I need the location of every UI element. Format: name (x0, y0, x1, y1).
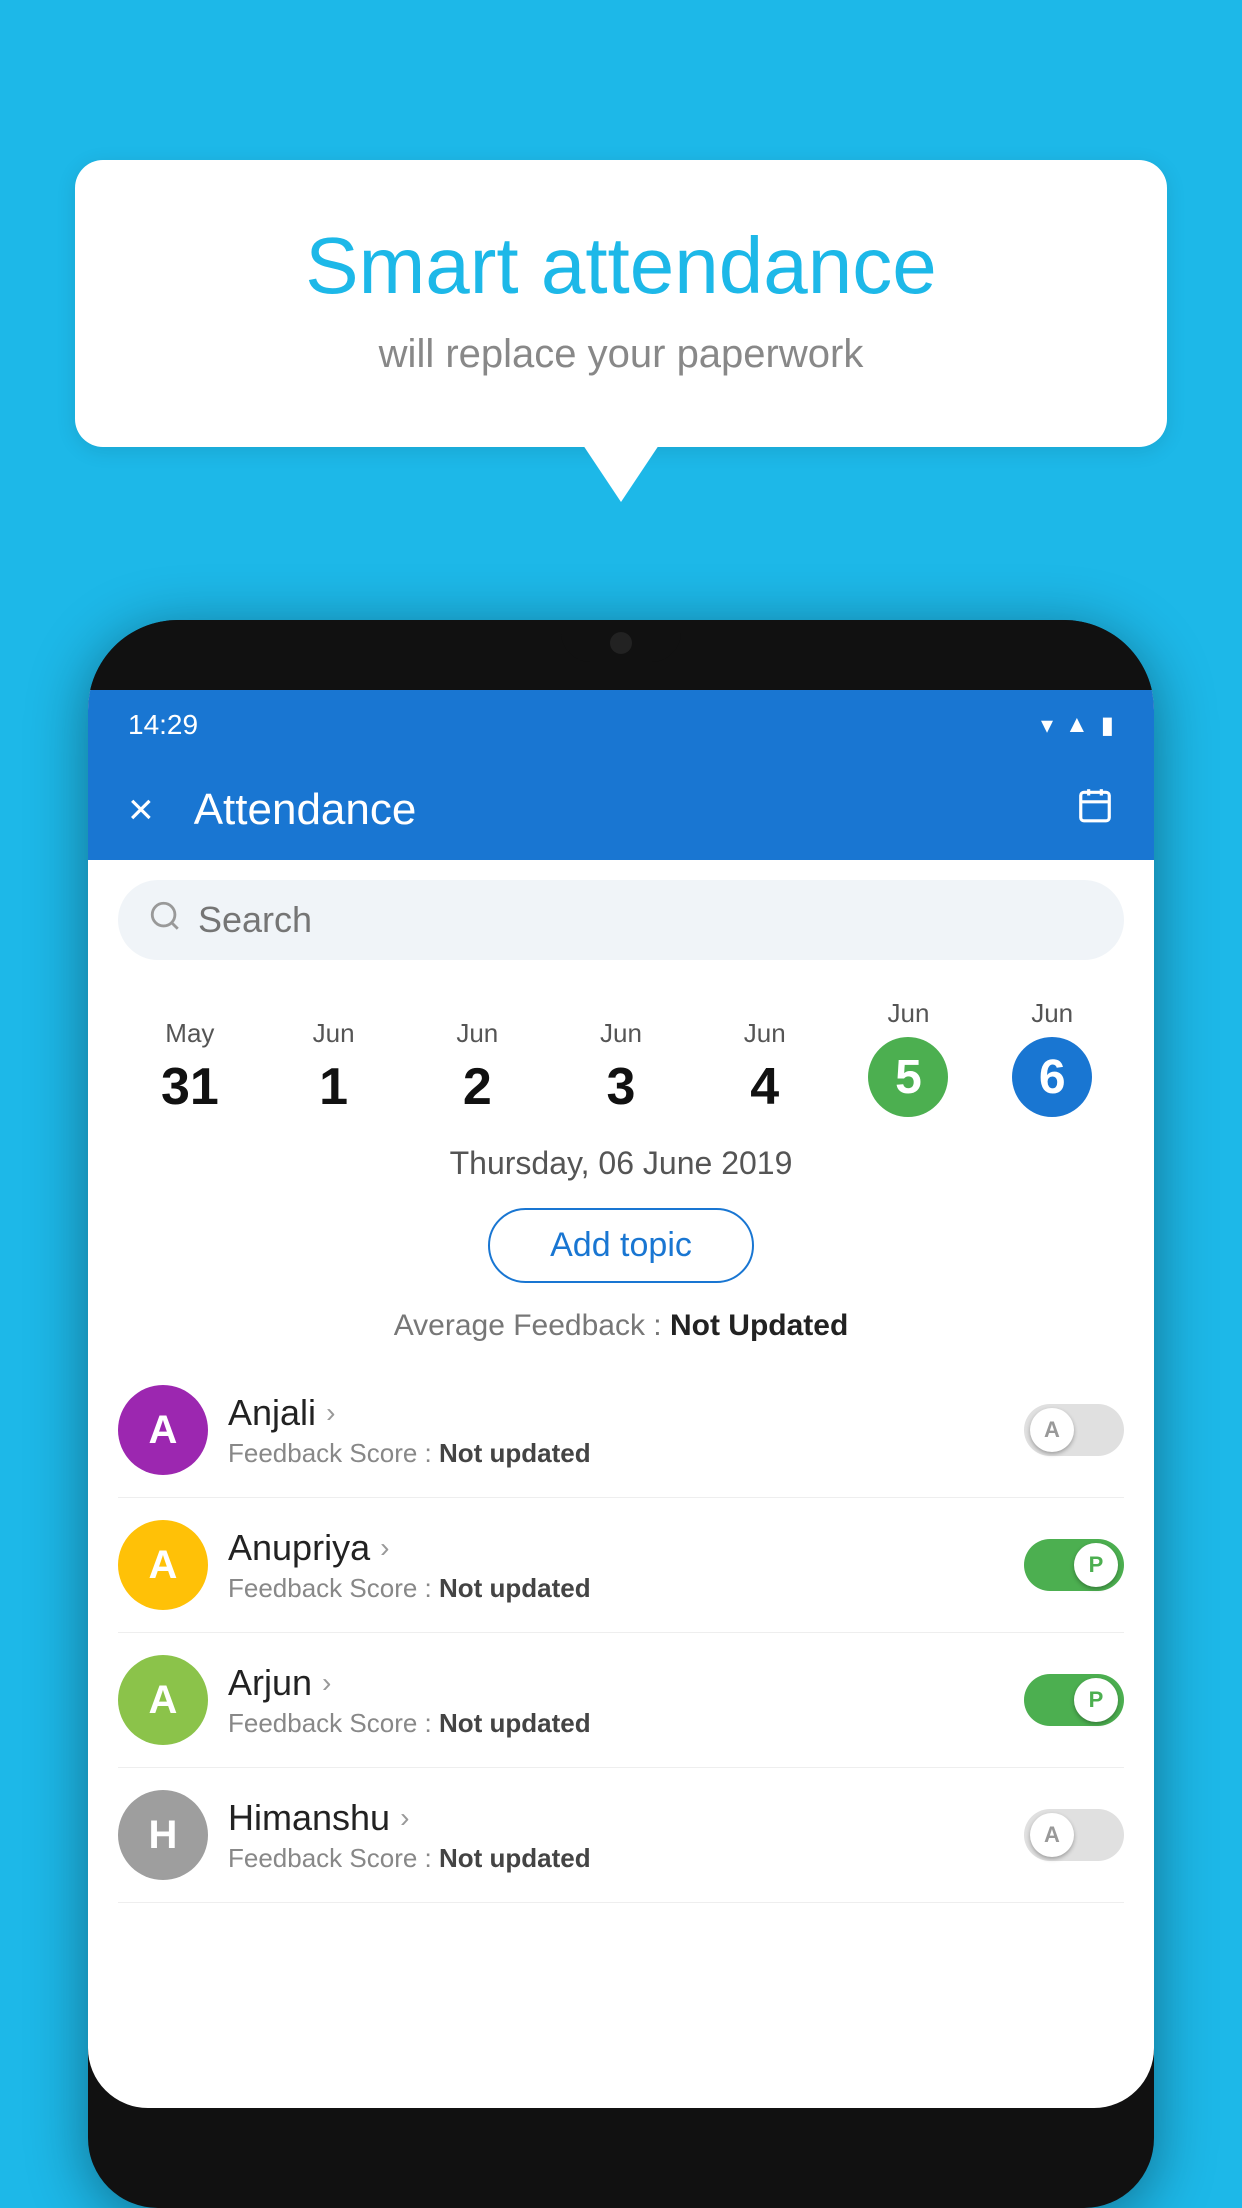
search-input[interactable] (198, 899, 1094, 941)
student-item-anupriya[interactable]: A Anupriya › Feedback Score : Not update… (118, 1498, 1124, 1633)
signal-icon: ▲ (1065, 711, 1089, 739)
search-bar[interactable] (118, 880, 1124, 960)
date-cell-jun2[interactable]: Jun 2 (405, 1010, 549, 1125)
phone-camera (610, 632, 632, 654)
toggle-knob-anupriya: P (1074, 1543, 1118, 1587)
avg-feedback-value: Not Updated (670, 1309, 848, 1342)
calendar-icon[interactable] (1076, 786, 1114, 834)
attendance-toggle-himanshu[interactable]: A (1024, 1809, 1124, 1861)
phone-notch-area (88, 620, 1154, 690)
attendance-toggle-anupriya[interactable]: P (1024, 1539, 1124, 1591)
avatar-anupriya: A (118, 1520, 208, 1610)
chevron-icon: › (322, 1667, 331, 1699)
date-cell-jun5[interactable]: Jun 5 (837, 990, 981, 1125)
date-cell-jun4[interactable]: Jun 4 (693, 1010, 837, 1125)
student-feedback-anjali: Feedback Score : Not updated (228, 1438, 1004, 1469)
phone-frame: 14:29 ▾ ▲ ▮ × Attendance (88, 620, 1154, 2208)
attendance-toggle-anjali[interactable]: A (1024, 1404, 1124, 1456)
wifi-icon: ▾ (1041, 711, 1053, 740)
avatar-arjun: A (118, 1655, 208, 1745)
speech-bubble-title: Smart attendance (155, 220, 1087, 312)
speech-bubble-subtitle: will replace your paperwork (155, 332, 1087, 377)
student-info-anupriya: Anupriya › Feedback Score : Not updated (208, 1527, 1024, 1604)
toggle-knob-arjun: P (1074, 1678, 1118, 1722)
student-feedback-arjun: Feedback Score : Not updated (228, 1708, 1004, 1739)
selected-date: Thursday, 06 June 2019 (88, 1125, 1154, 1192)
avatar-himanshu: H (118, 1790, 208, 1880)
header-title: Attendance (194, 785, 1076, 835)
attendance-toggle-arjun[interactable]: P (1024, 1674, 1124, 1726)
screen-content: 14:29 ▾ ▲ ▮ × Attendance (88, 690, 1154, 2108)
date-cell-may31[interactable]: May 31 (118, 1010, 262, 1125)
add-topic-button[interactable]: Add topic (488, 1208, 754, 1283)
avatar-anjali: A (118, 1385, 208, 1475)
speech-bubble: Smart attendance will replace your paper… (75, 160, 1167, 447)
student-name-anupriya: Anupriya › (228, 1527, 1004, 1569)
student-name-anjali: Anjali › (228, 1392, 1004, 1434)
speech-bubble-container: Smart attendance will replace your paper… (75, 160, 1167, 447)
student-item-arjun[interactable]: A Arjun › Feedback Score : Not updated P (118, 1633, 1124, 1768)
chevron-icon: › (380, 1532, 389, 1564)
status-icons: ▾ ▲ ▮ (1041, 711, 1114, 740)
chevron-icon: › (326, 1397, 335, 1429)
student-list: A Anjali › Feedback Score : Not updated … (88, 1363, 1154, 1903)
student-item-himanshu[interactable]: H Himanshu › Feedback Score : Not update… (118, 1768, 1124, 1903)
app-header: × Attendance (88, 760, 1154, 860)
date-cell-jun3[interactable]: Jun 3 (549, 1010, 693, 1125)
avg-feedback-label: Average Feedback : (394, 1309, 662, 1342)
status-bar: 14:29 ▾ ▲ ▮ (88, 690, 1154, 760)
student-info-himanshu: Himanshu › Feedback Score : Not updated (208, 1797, 1024, 1874)
student-name-himanshu: Himanshu › (228, 1797, 1004, 1839)
toggle-knob-himanshu: A (1030, 1813, 1074, 1857)
student-info-arjun: Arjun › Feedback Score : Not updated (208, 1662, 1024, 1739)
close-button[interactable]: × (128, 785, 154, 835)
student-feedback-himanshu: Feedback Score : Not updated (228, 1843, 1004, 1874)
student-feedback-anupriya: Feedback Score : Not updated (228, 1573, 1004, 1604)
battery-icon: ▮ (1101, 711, 1114, 740)
chevron-icon: › (400, 1802, 409, 1834)
student-name-arjun: Arjun › (228, 1662, 1004, 1704)
student-item-anjali[interactable]: A Anjali › Feedback Score : Not updated … (118, 1363, 1124, 1498)
date-cell-jun1[interactable]: Jun 1 (262, 1010, 406, 1125)
average-feedback: Average Feedback : Not Updated (88, 1299, 1154, 1363)
date-cell-jun6[interactable]: Jun 6 (980, 990, 1124, 1125)
toggle-knob-anjali: A (1030, 1408, 1074, 1452)
date-strip: May 31 Jun 1 Jun 2 Jun 3 Jun 4 Jun 5 (88, 980, 1154, 1125)
phone-notch (561, 620, 681, 662)
status-time: 14:29 (128, 709, 198, 741)
search-icon (148, 899, 182, 942)
student-info-anjali: Anjali › Feedback Score : Not updated (208, 1392, 1024, 1469)
